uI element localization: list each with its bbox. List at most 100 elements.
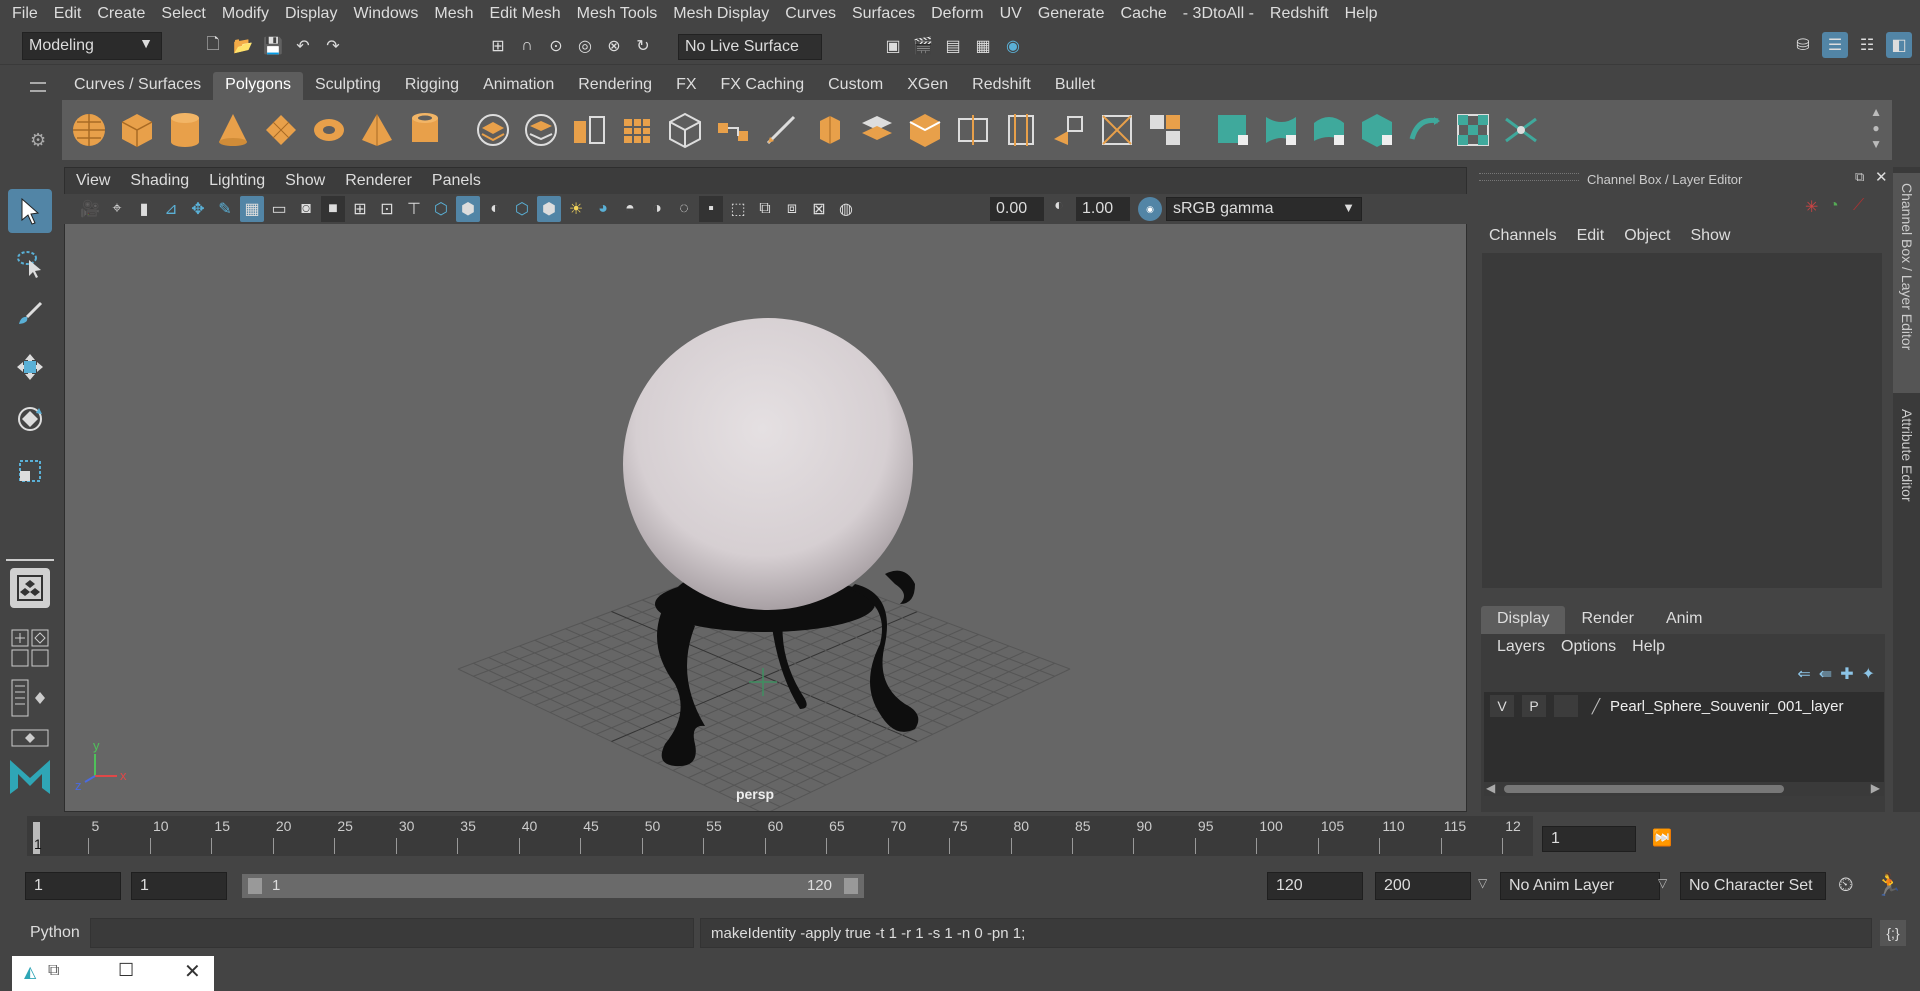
poly-sphere-icon[interactable] (68, 109, 110, 151)
menu-set-dropdown[interactable]: Modeling ▼ (22, 32, 162, 60)
smooth-shade-icon[interactable]: ⬢ (456, 196, 480, 222)
channel-box-menu-channels[interactable]: Channels (1479, 227, 1567, 249)
close-window-icon[interactable]: ✕ (184, 959, 201, 984)
merge-icon[interactable] (1096, 109, 1138, 151)
gamma-field[interactable]: 1.00 (1076, 197, 1130, 221)
fill-hole-icon[interactable] (904, 109, 946, 151)
menu-edit-mesh[interactable]: Edit Mesh (481, 5, 568, 23)
shelf-tab-custom[interactable]: Custom (816, 72, 895, 100)
scale-tool-icon[interactable] (8, 449, 52, 493)
new-layer-icon[interactable]: ✚ (1840, 664, 1853, 684)
menu-select[interactable]: Select (153, 5, 213, 23)
move-layer-down-icon[interactable]: ⇚ (1819, 664, 1832, 684)
extrude-icon[interactable] (808, 109, 850, 151)
motion-blur-icon[interactable]: ◑ (645, 196, 669, 222)
xray-icon[interactable]: ⧉ (753, 196, 777, 222)
shelf-tab-rigging[interactable]: Rigging (393, 72, 471, 100)
shelf-tab-bullet[interactable]: Bullet (1043, 72, 1107, 100)
command-input[interactable] (90, 918, 694, 948)
float-panel-icon[interactable]: ⧉ (1855, 169, 1864, 185)
save-scene-icon[interactable]: 💾 (260, 33, 286, 59)
shelf-scroll-icon[interactable]: ▲ ● ▼ (1870, 104, 1882, 152)
hyper-icon[interactable]: ⟋ (1853, 197, 1864, 215)
attribute-editor-icon[interactable]: ☰ (1822, 32, 1848, 58)
textured-icon[interactable]: ⬢ (537, 196, 561, 222)
persp-graph-layout-icon[interactable] (10, 728, 50, 748)
xray-components-icon[interactable]: ⊠ (807, 196, 831, 222)
layer-name[interactable]: Pearl_Sphere_Souvenir_001_layer (1610, 698, 1844, 715)
lasso-tool-icon[interactable] (8, 241, 52, 285)
layer-tab-render[interactable]: Render (1565, 606, 1649, 634)
animation-end-field[interactable]: 200 (1375, 872, 1471, 900)
layer-editor-menu-options[interactable]: Options (1553, 638, 1624, 660)
separate-icon[interactable] (520, 109, 562, 151)
grid-toggle-icon[interactable]: ▦ (240, 196, 264, 222)
attribute-editor-side-tab[interactable]: Attribute Editor (1893, 399, 1920, 599)
snap-view-icon[interactable]: ⊗ (601, 33, 627, 59)
shadows-icon[interactable]: ◕ (591, 196, 615, 222)
auto-key-icon[interactable]: ⏲ (1838, 874, 1854, 897)
render-view-icon[interactable]: ▣ (880, 33, 906, 59)
shelf-tab-sculpting[interactable]: Sculpting (303, 72, 393, 100)
menu-mesh-tools[interactable]: Mesh Tools (569, 5, 666, 23)
resolution-gate-icon[interactable]: ◙ (294, 196, 318, 222)
2d-pan-zoom-icon[interactable]: ✥ (186, 196, 210, 222)
planar-map-icon[interactable] (1260, 109, 1302, 151)
playback-end-field[interactable]: 120 (1267, 872, 1363, 900)
render-frame-icon[interactable]: 🎬 (910, 33, 936, 59)
current-frame-field[interactable]: 1 (1542, 826, 1636, 852)
viewport-menu-show[interactable]: Show (275, 172, 335, 190)
character-set-dropdown[interactable]: No Character Set (1680, 872, 1826, 900)
range-bar[interactable]: 1 120 (242, 874, 864, 898)
uv-editor-icon[interactable] (1212, 109, 1254, 151)
depth-of-field-icon[interactable]: ▪ (699, 196, 723, 222)
bevel-icon[interactable] (664, 109, 706, 151)
combine-icon[interactable] (472, 109, 514, 151)
redo-icon[interactable]: ↷ (320, 33, 346, 59)
xray-joints-icon[interactable]: ⧈ (780, 196, 804, 222)
screen-space-ao-icon[interactable]: ◓ (618, 196, 642, 222)
color-management-icon[interactable]: ◉ (1138, 197, 1162, 221)
single-pane-layout-icon[interactable] (10, 568, 50, 608)
gamma-icon[interactable]: ◐ (1054, 197, 1064, 215)
wireframe-on-shaded-icon[interactable]: ⬡ (510, 196, 534, 222)
ipr-render-icon[interactable]: ▤ (940, 33, 966, 59)
channel-box-side-tab[interactable]: Channel Box / Layer Editor (1893, 173, 1920, 393)
rotate-tool-icon[interactable] (8, 397, 52, 441)
poly-torus-icon[interactable] (308, 109, 350, 151)
menu-windows[interactable]: Windows (345, 5, 426, 23)
menu-edit[interactable]: Edit (46, 5, 90, 23)
layer-hscrollbar[interactable]: ◀ ▶ (1484, 781, 1884, 796)
poly-cone-icon[interactable] (212, 109, 254, 151)
modeling-toolkit-icon[interactable]: ⛁ (1790, 32, 1816, 58)
layer-display-type-toggle[interactable] (1554, 695, 1578, 717)
viewport-menu-lighting[interactable]: Lighting (199, 172, 275, 190)
safe-action-icon[interactable]: ⊡ (375, 196, 399, 222)
layer-row[interactable]: V P ╱ Pearl_Sphere_Souvenir_001_layer (1484, 692, 1884, 720)
wireframe-icon[interactable]: ⬡ (429, 196, 453, 222)
shelf-tab-fx-caching[interactable]: FX Caching (709, 72, 817, 100)
append-polygon-icon[interactable] (856, 109, 898, 151)
time-ruler[interactable]: 1 5 10 15 20 25 30 35 40 45 50 55 60 65 70 75 80 85 90 95 1… (27, 816, 1533, 856)
move-layer-up-icon[interactable]: ⇐ (1797, 664, 1810, 684)
poly-cylinder-icon[interactable] (164, 109, 206, 151)
chevron-down-icon[interactable]: ▽ (1658, 876, 1667, 890)
undo-icon[interactable]: ↶ (290, 33, 316, 59)
isolate-select-icon[interactable]: ⬚ (726, 196, 750, 222)
cylindrical-map-icon[interactable] (1308, 109, 1350, 151)
add-divisions-icon[interactable] (1048, 109, 1090, 151)
shaded-wire-icon[interactable]: ◐ (483, 196, 507, 222)
panel-grip[interactable] (1479, 173, 1579, 181)
paint-select-tool-icon[interactable] (8, 293, 52, 337)
menu-mesh-display[interactable]: Mesh Display (665, 5, 777, 23)
field-chart-icon[interactable]: ⊞ (348, 196, 372, 222)
lights-icon[interactable]: ☀ (564, 196, 588, 222)
viewport-menu-view[interactable]: View (66, 172, 120, 190)
snap-live-icon[interactable]: ↻ (630, 33, 656, 59)
render-settings-icon[interactable]: ▦ (970, 33, 996, 59)
exposure-icon[interactable]: ◍ (834, 196, 858, 222)
film-gate-icon[interactable]: ▭ (267, 196, 291, 222)
camera-select-icon[interactable]: 🎥 (78, 196, 102, 222)
manip-icon[interactable]: ✳ (1805, 197, 1818, 217)
scroll-right-icon[interactable]: ▶ (1871, 781, 1880, 795)
